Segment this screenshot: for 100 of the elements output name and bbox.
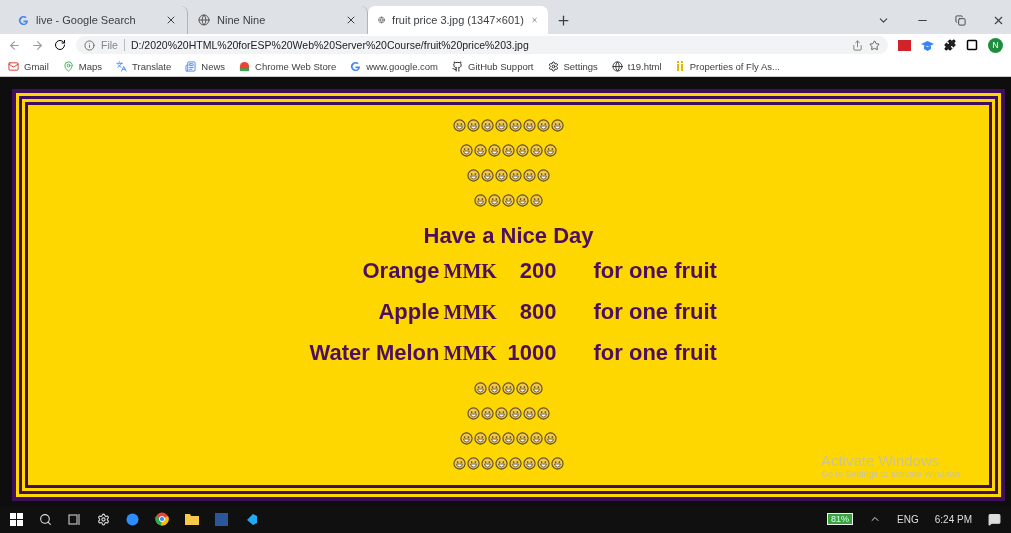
grinning-face-icon <box>509 457 522 470</box>
grinning-face-icon <box>495 169 508 182</box>
settings-icon[interactable] <box>97 512 110 526</box>
grinning-face-icon <box>530 432 543 445</box>
share-icon[interactable] <box>852 39 863 51</box>
store-icon <box>239 60 251 72</box>
grinning-face-icon <box>467 457 480 470</box>
globe-icon <box>611 60 623 72</box>
grinning-face-icon <box>481 169 494 182</box>
restore-icon[interactable] <box>955 14 966 26</box>
mail-icon <box>8 60 19 72</box>
grinning-face-icon <box>502 194 515 207</box>
grinning-face-icon <box>488 144 501 157</box>
word-icon[interactable] <box>215 512 228 526</box>
close-icon[interactable] <box>165 14 177 26</box>
grinning-face-icon <box>488 432 501 445</box>
star-icon[interactable] <box>869 39 880 51</box>
bookmark-link[interactable]: Properties of Fly As... <box>675 60 780 72</box>
bookmark-link[interactable]: Translate <box>116 60 172 72</box>
grinning-face-icon <box>523 457 536 470</box>
google-icon <box>350 60 362 72</box>
grinning-face-icon <box>453 119 466 132</box>
tab-title: live - Google Search <box>36 14 137 26</box>
windows-start-icon[interactable] <box>10 512 23 526</box>
info-icon <box>84 39 95 51</box>
notification-icon[interactable] <box>988 512 1001 526</box>
browser-tab[interactable]: fruit price 3.jpg (1347×601) <box>368 6 548 34</box>
grinning-face-icon <box>551 119 564 132</box>
activation-text: Go to Settings to activate Windows. <box>820 469 963 479</box>
address-bar[interactable]: File D:/2020%20HTML%20forESP%20Web%20Server%20Course/fruit%20price%203.jpg <box>76 36 888 54</box>
folder-icon[interactable] <box>185 513 199 525</box>
bookmark-link[interactable]: Maps <box>62 60 103 72</box>
grinning-face-icon <box>523 407 536 420</box>
price-unit: for one fruit <box>593 340 718 366</box>
grinning-face-icon <box>481 119 494 132</box>
clock[interactable]: 6:24 PM <box>934 513 972 525</box>
grinning-face-icon <box>530 144 543 157</box>
forward-icon[interactable] <box>31 38 44 52</box>
profile-avatar[interactable]: N <box>988 37 1003 53</box>
grinning-face-icon <box>523 119 536 132</box>
grinning-face-icon <box>516 382 529 395</box>
currency: MMK <box>443 259 498 283</box>
language-indicator[interactable]: ENG <box>897 513 919 525</box>
close-icon[interactable] <box>345 14 357 26</box>
bookmark-link[interactable]: Settings <box>547 60 598 72</box>
grinning-face-icon <box>523 169 536 182</box>
bookmark-link[interactable]: Gmail <box>8 60 49 72</box>
grinning-face-icon <box>474 194 487 207</box>
github-icon <box>452 60 463 72</box>
puzzle-icon[interactable] <box>944 39 956 51</box>
back-icon[interactable] <box>8 38 21 52</box>
price: 800 <box>518 299 557 325</box>
extension-icon[interactable] <box>898 39 911 51</box>
task-view-icon[interactable] <box>68 512 81 526</box>
fruit-name: Orange <box>361 258 441 284</box>
grinning-face-icon <box>537 457 550 470</box>
bookmark-link[interactable]: www.google.com <box>350 60 438 72</box>
chrome-icon[interactable] <box>155 512 169 526</box>
bookmark-link[interactable]: t19.html <box>611 60 662 72</box>
fruit-name: Apple <box>377 299 441 325</box>
map-pin-icon <box>62 60 74 72</box>
grinning-face-icon <box>502 382 515 395</box>
bookmark-link[interactable]: Chrome Web Store <box>239 60 337 72</box>
tab-title: fruit price 3.jpg (1347×601) <box>392 14 524 26</box>
grinning-face-icon <box>495 407 508 420</box>
reload-icon[interactable] <box>54 39 66 51</box>
grinning-face-icon <box>474 382 487 395</box>
grinning-face-icon <box>474 432 487 445</box>
grinning-face-icon <box>502 432 515 445</box>
url-scheme: File <box>101 39 125 51</box>
bookmark-link[interactable]: GitHub Support <box>452 60 534 72</box>
grinning-face-icon <box>537 407 550 420</box>
graduation-cap-icon[interactable] <box>921 39 934 51</box>
price: 1000 <box>506 340 557 366</box>
grinning-face-icon <box>481 457 494 470</box>
grinning-face-icon <box>544 432 557 445</box>
bookmark-link[interactable]: News <box>185 60 226 72</box>
grinning-face-icon <box>460 144 473 157</box>
side-panel-icon[interactable] <box>966 39 978 51</box>
grinning-face-icon <box>481 407 494 420</box>
grinning-face-icon <box>453 457 466 470</box>
grinning-face-icon <box>488 382 501 395</box>
translate-icon <box>116 60 128 72</box>
grinning-face-icon <box>502 144 515 157</box>
new-tab-icon[interactable] <box>556 12 571 28</box>
url-text: D:/2020%20HTML%20forESP%20Web%20Server%20Course/fruit%20price%203.jpg <box>130 39 530 51</box>
search-icon[interactable] <box>39 512 52 526</box>
poster-heading: Have a Nice Day <box>423 222 594 250</box>
grinning-face-icon <box>467 119 480 132</box>
grinning-face-icon <box>467 169 480 182</box>
fruit-name: Water Melon <box>308 340 441 366</box>
app-icon[interactable] <box>126 512 139 526</box>
grinning-face-icon <box>509 407 522 420</box>
grinning-face-icon <box>537 119 550 132</box>
grinning-face-icon <box>537 169 550 182</box>
grinning-face-icon <box>495 457 508 470</box>
currency: MMK <box>443 300 498 324</box>
grinning-face-icon <box>516 194 529 207</box>
grinning-face-icon <box>516 432 529 445</box>
grinning-face-icon <box>495 119 508 132</box>
